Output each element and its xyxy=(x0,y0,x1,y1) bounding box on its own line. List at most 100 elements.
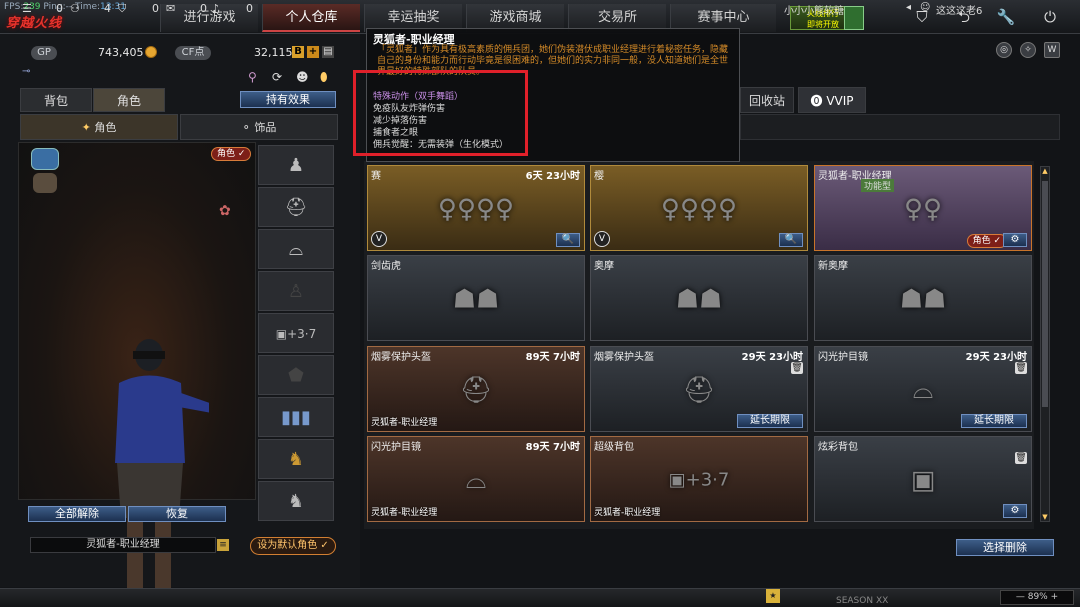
slot-grenades[interactable]: ▮▮▮ xyxy=(258,397,334,437)
binoculars-icon[interactable]: ⚇ xyxy=(70,2,80,15)
helmet-icon: ⛑ xyxy=(459,375,493,406)
rank-icon[interactable]: ⚲ xyxy=(248,70,257,84)
buddy-icon[interactable]: ☺ xyxy=(920,2,930,13)
menu-list-icon[interactable]: ☰ xyxy=(22,2,32,15)
power-icon[interactable]: ⏻ xyxy=(1036,5,1064,29)
chat-icon[interactable]: ✉ xyxy=(166,2,175,15)
player-rank-icon: ★ xyxy=(766,589,780,603)
slot-helmet[interactable]: ⛑ xyxy=(258,187,334,227)
egg-icon[interactable]: ⬮ xyxy=(320,70,328,85)
item-card[interactable]: ♀♀♀♀ 樱 🔍 V xyxy=(590,165,808,251)
scroll-down-arrow[interactable]: ▼ xyxy=(1041,513,1049,521)
group-portrait-icon: ♀♀♀♀ xyxy=(660,194,738,225)
item-subtype-tag: 功能型 xyxy=(861,179,895,192)
settings-icon[interactable]: ⚙ xyxy=(1003,233,1027,247)
restore-button[interactable]: 恢复 xyxy=(128,506,226,522)
item-name: 赛 xyxy=(371,171,381,182)
slot-spray-1[interactable]: ♞ xyxy=(258,439,334,479)
item-card[interactable]: ▣ 炫彩背包 ⚙ 🗑 xyxy=(814,436,1032,522)
item-card[interactable]: ⌓ 闪光护目镜 89天 7小时 灵狐者-职业经理 xyxy=(367,436,585,522)
tab-vvip[interactable]: ⓿ VVIP xyxy=(798,87,866,113)
delete-icon[interactable]: 🗑 xyxy=(1015,452,1027,464)
release-all-button[interactable]: 全部解除 xyxy=(28,506,126,522)
zoom-control[interactable]: — 89% + xyxy=(1000,590,1074,605)
subtab-role[interactable]: ✦ 角色 xyxy=(20,114,178,140)
horse-spray-icon: ♞ xyxy=(287,449,305,470)
list-menu-icon[interactable]: ≡ xyxy=(217,539,229,551)
extend-button[interactable]: 延长期限 xyxy=(737,414,803,428)
backpack-icon: ▣+3·7 xyxy=(275,327,317,341)
magnifier-icon[interactable]: 🔍 xyxy=(556,233,580,247)
goggles-icon: ⌓ xyxy=(465,465,487,496)
slot-character[interactable]: ♟ xyxy=(258,145,334,185)
owner-tag: 灵狐者-职业经理 xyxy=(371,508,438,518)
item-time-left: 89天 7小时 xyxy=(525,352,580,363)
slot-spray-2[interactable]: ♞ xyxy=(258,481,334,521)
item-card[interactable]: ♀♀♀♀ 赛 6天 23小时 🔍 V xyxy=(367,165,585,251)
backpack-icon: ▣ xyxy=(910,465,936,496)
slot-empty-body[interactable]: ♙ xyxy=(258,271,334,311)
wolf-icon[interactable] xyxy=(33,173,57,193)
ring-icon: ⚬ xyxy=(241,121,255,134)
scroll-up-arrow[interactable]: ▲ xyxy=(1041,167,1049,175)
settings-icon[interactable]: ⚙ xyxy=(1003,504,1027,518)
extend-button[interactable]: 延长期限 xyxy=(961,414,1027,428)
gp-label: GP xyxy=(31,46,57,60)
event-shield-icon[interactable] xyxy=(844,6,864,30)
character-preview[interactable]: 角色 ✓ ✿ xyxy=(18,142,256,607)
shield-small-icon[interactable]: ⛉ xyxy=(118,2,126,16)
item-time-left: 29天 23小时 xyxy=(965,352,1027,363)
delete-icon[interactable]: 🗑 xyxy=(791,362,803,374)
subtab-role-label: 角色 xyxy=(94,121,117,134)
tab-recycle-bin[interactable]: 回收站 xyxy=(740,87,794,113)
role-type-icon[interactable] xyxy=(31,148,59,170)
nav-tab-warehouse[interactable]: 个人仓库 xyxy=(262,4,360,32)
slot-goggles[interactable]: ⌓ xyxy=(258,229,334,269)
wrench-icon[interactable]: 🔧 xyxy=(992,5,1020,29)
item-name: 炫彩背包 xyxy=(818,442,858,453)
rotate-icon[interactable]: ⟳ xyxy=(272,70,282,84)
owned-effect-button[interactable]: 持有效果 xyxy=(240,91,336,108)
add-cf-button[interactable]: + xyxy=(307,46,319,58)
filter-strip xyxy=(740,114,1060,140)
v-icon: ⓿ xyxy=(810,94,827,108)
subtab-accessory[interactable]: ⚬ 饰品 xyxy=(180,114,338,140)
set-default-role-button[interactable]: 设为默认角色 ✓ xyxy=(250,537,336,555)
delete-icon[interactable]: 🗑 xyxy=(1015,362,1027,374)
vip-logo-icon: V xyxy=(371,231,387,247)
magnifier-icon[interactable]: 🔍 xyxy=(779,233,803,247)
slot-empty-vest[interactable]: ⬟ xyxy=(258,355,334,395)
status-bar xyxy=(0,588,1080,607)
cf-menu-button[interactable]: ▤ xyxy=(322,46,334,58)
character-name-field[interactable]: 灵狐者-职业经理 xyxy=(30,537,216,553)
set-default-label: 设为默认角色 xyxy=(257,540,318,551)
item-card[interactable]: ♀♀ 灵狐者-职业经理 功能型 角色 ✓ ⚙ xyxy=(814,165,1032,251)
item-card[interactable]: ▣+3·7 超级背包 灵狐者-职业经理 xyxy=(590,436,808,522)
item-card[interactable]: ⌓ 闪光护目镜 29天 23小时 延长期限 🗑 xyxy=(814,346,1032,432)
w-logo-icon[interactable]: W xyxy=(1044,42,1060,58)
target-icon[interactable]: ◎ xyxy=(996,42,1012,58)
item-card[interactable]: ⛑ 烟雾保护头盔 29天 23小时 延长期限 🗑 xyxy=(590,346,808,432)
item-card[interactable]: ☗☗ 剑齿虎 xyxy=(367,255,585,341)
item-card[interactable]: ☗☗ 新奥摩 xyxy=(814,255,1032,341)
item-card[interactable]: ☗☗ 奥摩 xyxy=(590,255,808,341)
item-name: 新奥摩 xyxy=(818,261,848,272)
highlight-box xyxy=(353,70,528,156)
buddy-name[interactable]: 这这这老6 xyxy=(936,2,982,17)
arrow-left-icon[interactable]: ◂ xyxy=(906,2,911,13)
item-time-left: 6天 23小时 xyxy=(525,171,580,182)
speaker-icon[interactable]: ♪ xyxy=(212,2,219,15)
key-icon[interactable]: ⊸ xyxy=(22,66,30,77)
grid-scrollbar[interactable]: ▲ ▼ xyxy=(1040,166,1050,522)
tab-bag[interactable]: 背包 xyxy=(20,88,92,112)
player-name[interactable]: 小小小熊软糖 xyxy=(784,2,844,17)
tab-role[interactable]: 角色 xyxy=(93,88,165,112)
select-delete-button[interactable]: 选择删除 xyxy=(956,539,1054,556)
horns-icon[interactable]: ✧ xyxy=(1020,42,1036,58)
slot-backpack[interactable]: ▣+3·7 xyxy=(258,313,334,353)
item-card[interactable]: ⛑ 烟雾保护头盔 89天 7小时 灵狐者-职业经理 xyxy=(367,346,585,432)
role-badge: 角色 ✓ xyxy=(211,147,252,161)
item-name: 樱 xyxy=(594,171,604,182)
scrollbar-thumb[interactable] xyxy=(1042,181,1048,407)
action-icon[interactable]: ☻ xyxy=(296,70,309,84)
